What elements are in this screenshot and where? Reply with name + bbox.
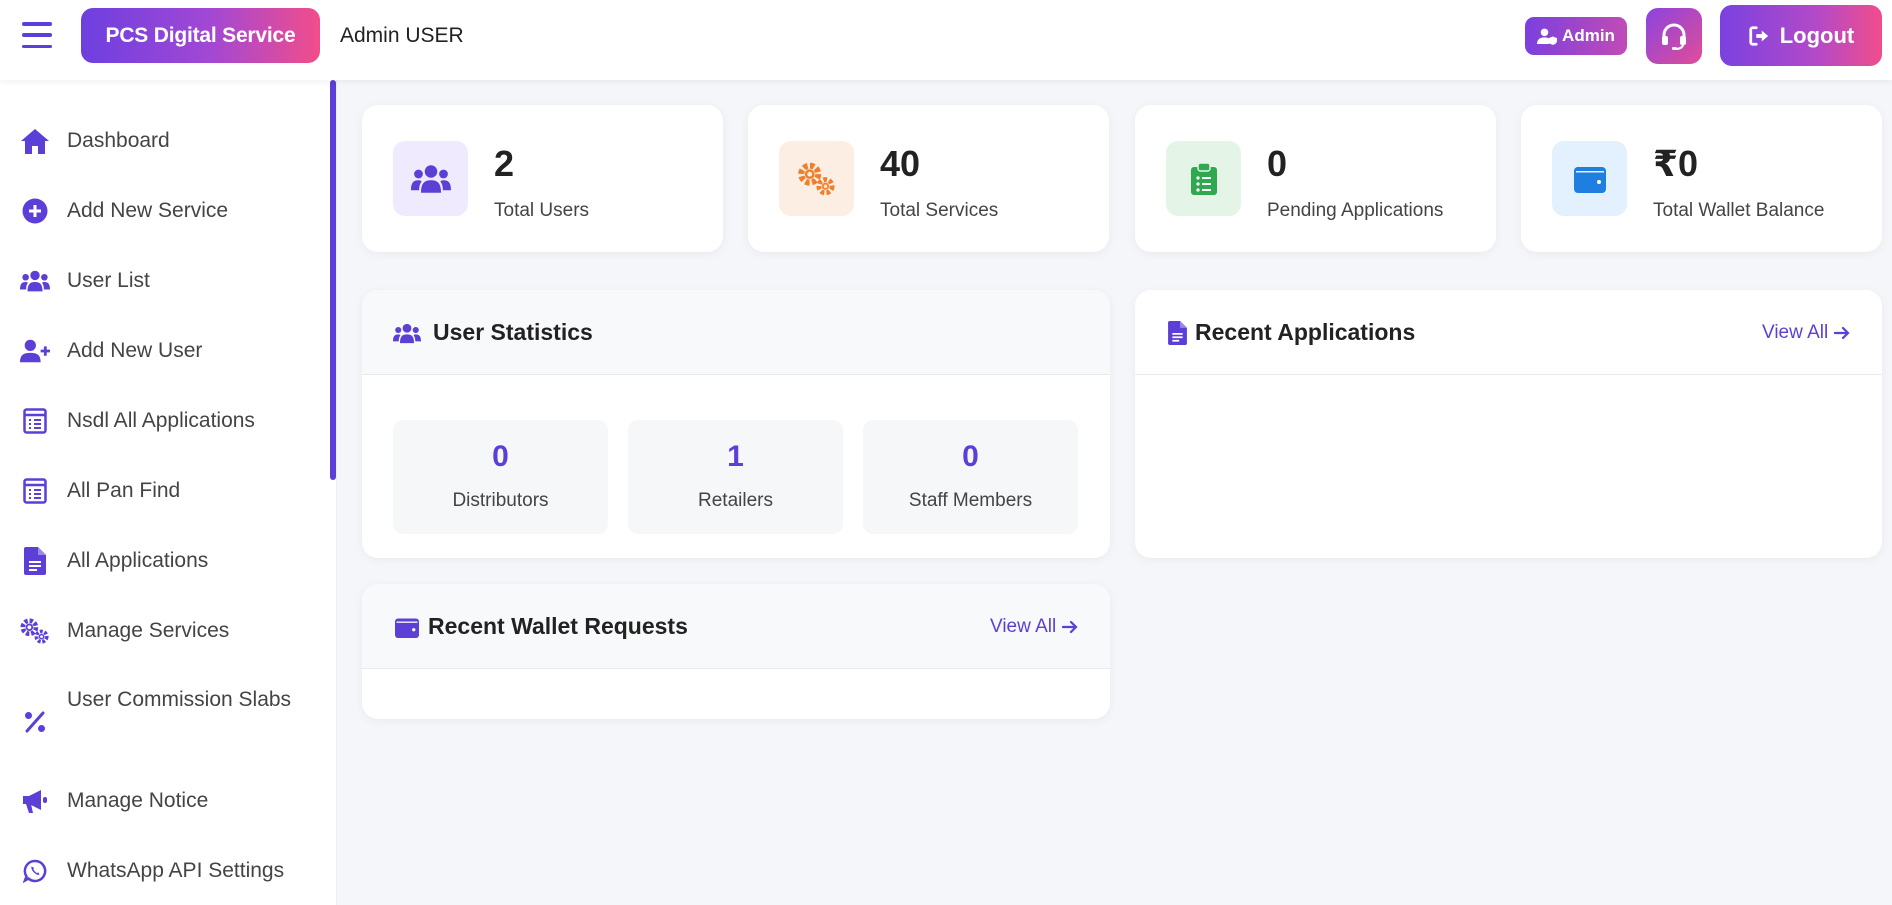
sidebar-item-label: Manage Services [67, 619, 230, 642]
percent-icon [20, 707, 50, 737]
mini-stat-value: 0 [492, 440, 509, 473]
view-all-applications-link[interactable]: View All [1762, 322, 1850, 344]
mini-stat-label: Distributors [452, 490, 549, 511]
sidebar-item-whatsapp-settings[interactable]: WhatsApp API Settings [0, 855, 320, 887]
sidebar-item-label: Nsdl All Applications [67, 409, 255, 432]
sidebar: Dashboard Add New Service User List Add … [0, 80, 337, 905]
list-alt-icon [20, 406, 50, 436]
sidebar-item-dashboard[interactable]: Dashboard [0, 125, 320, 157]
cogs-icon [20, 616, 50, 646]
stat-value: 0 [1267, 143, 1288, 184]
mini-stat-value: 0 [962, 440, 979, 473]
sidebar-item-label: WhatsApp API Settings [67, 859, 285, 882]
arrow-right-icon [1062, 620, 1078, 634]
user-plus-icon [20, 336, 50, 366]
sidebar-item-add-new-service[interactable]: Add New Service [0, 195, 320, 227]
sidebar-item-label: User Commission Slabs [67, 688, 292, 711]
mini-stat-staff: 0 Staff Members [863, 420, 1078, 534]
user-statistics-panel: User Statistics 0 Distributors 1 Retaile… [362, 290, 1110, 558]
sidebar-item-commission-slabs[interactable]: User Commission Slabs [0, 685, 320, 747]
panel-header: Recent Wallet Requests View All [362, 584, 1110, 669]
admin-badge: Admin [1525, 17, 1627, 55]
mini-stat-distributors: 0 Distributors [393, 420, 608, 534]
sidebar-item-nsdl-applications[interactable]: Nsdl All Applications [0, 405, 320, 437]
view-all-label: View All [1762, 322, 1829, 343]
sidebar-item-label: Add New User [67, 339, 203, 362]
wallet-icon [1552, 141, 1627, 216]
sidebar-item-label: Add New Service [67, 199, 229, 222]
sidebar-item-all-applications[interactable]: All Applications [0, 545, 320, 577]
arrow-right-icon [1834, 326, 1850, 340]
stat-card-pending-applications: 0 Pending Applications [1135, 105, 1496, 252]
view-all-label: View All [990, 616, 1057, 637]
panel-header: User Statistics [362, 290, 1110, 375]
whatsapp-icon [20, 856, 50, 886]
sidebar-item-label: User List [67, 269, 150, 292]
panel-title: User Statistics [433, 319, 593, 345]
sidebar-item-all-pan-find[interactable]: All Pan Find [0, 475, 320, 507]
logout-label: Logout [1779, 22, 1855, 48]
stat-label: Pending Applications [1267, 200, 1444, 221]
mini-stat-label: Staff Members [908, 490, 1033, 511]
top-header: PCS Digital Service Admin USER Admin Log… [0, 0, 1892, 80]
menu-toggle-icon[interactable] [22, 22, 52, 48]
sidebar-item-manage-notice[interactable]: Manage Notice [0, 785, 320, 817]
support-button[interactable] [1646, 8, 1702, 64]
headset-icon [1662, 23, 1686, 50]
stat-card-total-users: 2 Total Users [362, 105, 723, 252]
recent-wallet-requests-panel: Recent Wallet Requests View All [362, 584, 1110, 719]
user-shield-icon [1537, 28, 1558, 45]
logout-button[interactable]: Logout [1720, 5, 1882, 66]
sidebar-item-label: Dashboard [67, 129, 170, 152]
logout-icon [1749, 25, 1768, 46]
stat-value: ₹0 [1653, 143, 1699, 184]
home-icon [20, 126, 50, 156]
sidebar-scrollbar[interactable] [330, 80, 336, 480]
admin-name: Admin USER [340, 24, 464, 47]
clipboard-icon [1166, 141, 1241, 216]
sidebar-item-label: Manage Notice [67, 789, 209, 812]
stat-label: Total Services [880, 200, 999, 221]
mini-stat-label: Retailers [698, 490, 773, 511]
stat-label: Total Users [494, 200, 590, 221]
sidebar-item-label: All Applications [67, 549, 209, 572]
users-icon [393, 141, 468, 216]
panel-title: Recent Applications [1195, 319, 1416, 345]
mini-stat-value: 1 [727, 440, 744, 473]
panel-title: Recent Wallet Requests [428, 613, 688, 639]
sidebar-item-manage-services[interactable]: Manage Services [0, 615, 320, 647]
users-icon [393, 320, 421, 346]
admin-badge-label: Admin [1562, 26, 1615, 45]
stat-card-wallet-balance: ₹0 Total Wallet Balance [1521, 105, 1882, 252]
cogs-icon [779, 141, 854, 216]
users-icon [20, 266, 50, 296]
stat-label: Total Wallet Balance [1653, 200, 1825, 221]
sidebar-item-add-new-user[interactable]: Add New User [0, 335, 320, 367]
view-all-wallet-link[interactable]: View All [990, 616, 1078, 638]
list-alt-icon [20, 476, 50, 506]
file-icon [1163, 320, 1191, 346]
stat-value: 40 [880, 143, 921, 184]
megaphone-icon [20, 786, 50, 816]
recent-applications-panel: Recent Applications View All [1135, 290, 1882, 558]
sidebar-item-user-list[interactable]: User List [0, 265, 320, 297]
sidebar-item-label: All Pan Find [67, 479, 181, 502]
panel-header: Recent Applications View All [1135, 290, 1882, 375]
brand-logo[interactable]: PCS Digital Service [81, 8, 320, 63]
stat-card-total-services: 40 Total Services [748, 105, 1109, 252]
file-icon [20, 546, 50, 576]
mini-stat-retailers: 1 Retailers [628, 420, 843, 534]
stat-value: 2 [494, 143, 515, 184]
plus-circle-icon [20, 196, 50, 226]
wallet-icon [393, 614, 421, 640]
